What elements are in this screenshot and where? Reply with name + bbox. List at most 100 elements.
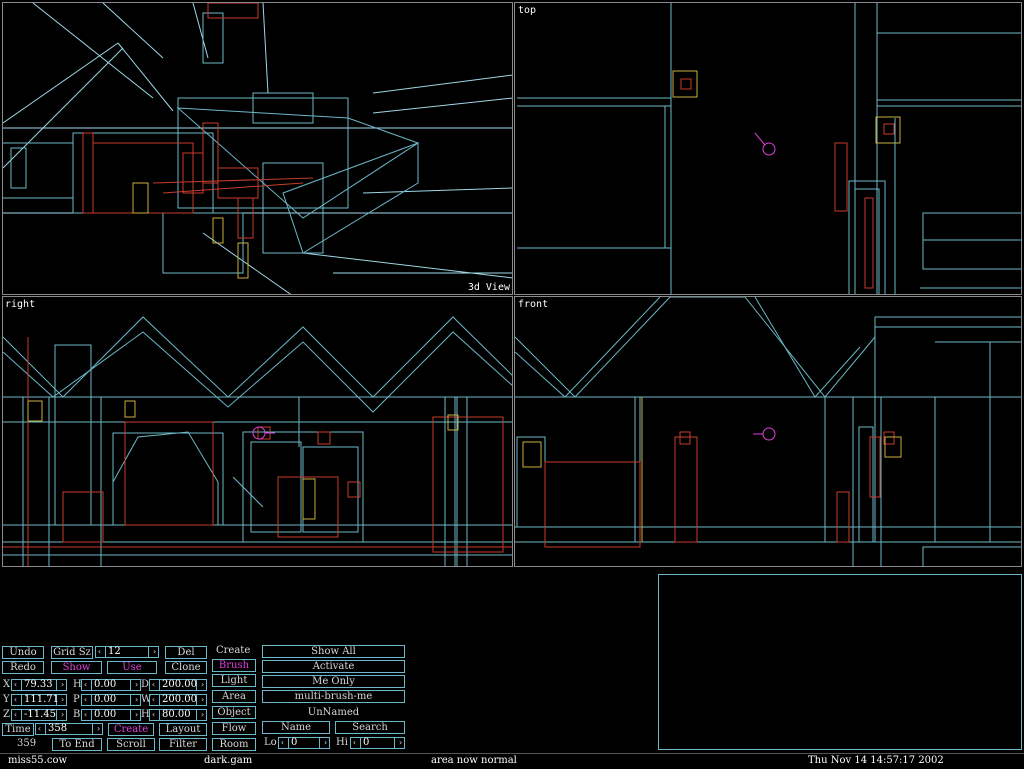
z-spinner[interactable]: ‹ -11.45 › [11, 709, 67, 721]
scroll-button[interactable]: Scroll [107, 738, 155, 751]
status-file: miss55.cow [8, 755, 68, 766]
room-button[interactable]: Room [212, 738, 256, 751]
object-button[interactable]: Object [212, 706, 256, 719]
hi-decrease-icon[interactable]: ‹ [351, 738, 358, 748]
redo-button[interactable]: Redo [2, 661, 44, 674]
preview-panel [658, 574, 1022, 750]
search-button[interactable]: Search [335, 721, 405, 734]
flow-button[interactable]: Flow [212, 722, 256, 735]
time-value[interactable]: 358 [45, 724, 93, 734]
clone-button[interactable]: Clone [165, 661, 207, 674]
activate-button[interactable]: Activate [262, 660, 405, 673]
undo-button[interactable]: Undo [2, 646, 44, 659]
h-value[interactable]: 0.00 [91, 680, 131, 690]
layout-button[interactable]: Layout [159, 723, 207, 736]
light-button[interactable]: Light [212, 674, 256, 687]
show-button[interactable]: Show [51, 661, 102, 674]
grid-size-button[interactable]: Grid Sz [51, 646, 93, 659]
z-value[interactable]: -11.45 [21, 710, 57, 720]
create-type-label: Create [216, 645, 251, 656]
d-decrease-icon[interactable]: ‹ [150, 680, 157, 690]
w-spinner[interactable]: ‹ 200.00 › [149, 694, 207, 706]
lo-increase-icon[interactable]: › [322, 738, 329, 748]
w-decrease-icon[interactable]: ‹ [150, 695, 157, 705]
area-button[interactable]: Area [212, 690, 256, 703]
viewport-3d-view[interactable]: 3d View [2, 2, 513, 295]
x-value[interactable]: 79.33 [21, 680, 57, 690]
time-spinner[interactable]: ‹ 358 › [35, 723, 103, 735]
x-decrease-icon[interactable]: ‹ [12, 680, 19, 690]
viewport-3d-wireframe [3, 3, 512, 294]
y-spinner[interactable]: ‹ 111.71 › [11, 694, 67, 706]
height-increase-icon[interactable]: › [199, 710, 206, 720]
time-count: 359 [17, 738, 37, 749]
name-button[interactable]: Name [262, 721, 330, 734]
d-value[interactable]: 200.00 [159, 680, 197, 690]
p-decrease-icon[interactable]: ‹ [82, 695, 89, 705]
y-decrease-icon[interactable]: ‹ [12, 695, 19, 705]
show-all-button[interactable]: Show All [262, 645, 405, 658]
to-end-button[interactable]: To End [52, 738, 102, 751]
y-increase-icon[interactable]: › [59, 695, 66, 705]
p-label: P [73, 694, 80, 705]
x-spinner[interactable]: ‹ 79.33 › [11, 679, 67, 691]
multi-brush-button[interactable]: multi-brush-me [262, 690, 405, 703]
b-label: B [73, 709, 81, 720]
viewport-front-wireframe [515, 297, 1021, 566]
h-increase-icon[interactable]: › [133, 680, 140, 690]
p-value[interactable]: 0.00 [91, 695, 131, 705]
time-button[interactable]: Time [2, 723, 34, 736]
lo-value[interactable]: 0 [288, 738, 320, 748]
b-decrease-icon[interactable]: ‹ [82, 710, 89, 720]
z-decrease-icon[interactable]: ‹ [12, 710, 19, 720]
hi-label: Hi [336, 737, 348, 748]
b-value[interactable]: 0.00 [91, 710, 131, 720]
lo-decrease-icon[interactable]: ‹ [279, 738, 286, 748]
grid-size-increase-icon[interactable]: › [151, 647, 158, 657]
z-label: Z [3, 709, 10, 720]
h-spinner[interactable]: ‹ 0.00 › [81, 679, 141, 691]
viewport-front[interactable]: front [514, 296, 1022, 567]
time-decrease-icon[interactable]: ‹ [36, 724, 43, 734]
viewport-right-wireframe [3, 316, 512, 566]
z-increase-icon[interactable]: › [59, 710, 66, 720]
height-spinner[interactable]: ‹ 80.00 › [149, 709, 207, 721]
d-spinner[interactable]: ‹ 200.00 › [149, 679, 207, 691]
create-time-button[interactable]: Create [108, 723, 154, 736]
b-increase-icon[interactable]: › [133, 710, 140, 720]
h-decrease-icon[interactable]: ‹ [82, 680, 89, 690]
use-button[interactable]: Use [107, 661, 157, 674]
hi-spinner[interactable]: ‹ 0 › [350, 737, 405, 749]
lo-spinner[interactable]: ‹ 0 › [278, 737, 330, 749]
w-value[interactable]: 200.00 [159, 695, 197, 705]
height-decrease-icon[interactable]: ‹ [150, 710, 157, 720]
p-increase-icon[interactable]: › [133, 695, 140, 705]
del-button[interactable]: Del [165, 646, 207, 659]
selected-name-label: UnNamed [307, 707, 360, 718]
grid-size-spinner[interactable]: ‹ 12 › [95, 646, 159, 658]
viewport-top-label: top [518, 5, 537, 16]
filter-button[interactable]: Filter [159, 738, 207, 751]
d-increase-icon[interactable]: › [199, 680, 206, 690]
status-gamefile: dark.gam [204, 755, 253, 766]
viewport-top[interactable]: top [514, 2, 1022, 295]
me-only-button[interactable]: Me Only [262, 675, 405, 688]
w-increase-icon[interactable]: › [199, 695, 206, 705]
hi-increase-icon[interactable]: › [397, 738, 404, 748]
brush-button[interactable]: Brush [212, 659, 256, 672]
status-timestamp: Thu Nov 14 14:57:17 2002 [808, 755, 944, 766]
hi-value[interactable]: 0 [360, 738, 395, 748]
viewport-front-label: front [518, 299, 549, 310]
x-increase-icon[interactable]: › [59, 680, 66, 690]
grid-size-value[interactable]: 12 [105, 647, 149, 657]
b-spinner[interactable]: ‹ 0.00 › [81, 709, 141, 721]
status-message: area now normal [431, 755, 517, 766]
height-value[interactable]: 80.00 [159, 710, 197, 720]
d-label: D [141, 679, 150, 690]
time-increase-icon[interactable]: › [95, 724, 102, 734]
grid-size-decrease-icon[interactable]: ‹ [96, 647, 103, 657]
x-label: X [3, 679, 11, 690]
y-value[interactable]: 111.71 [21, 695, 59, 705]
viewport-right[interactable]: right [2, 296, 513, 567]
p-spinner[interactable]: ‹ 0.00 › [81, 694, 141, 706]
